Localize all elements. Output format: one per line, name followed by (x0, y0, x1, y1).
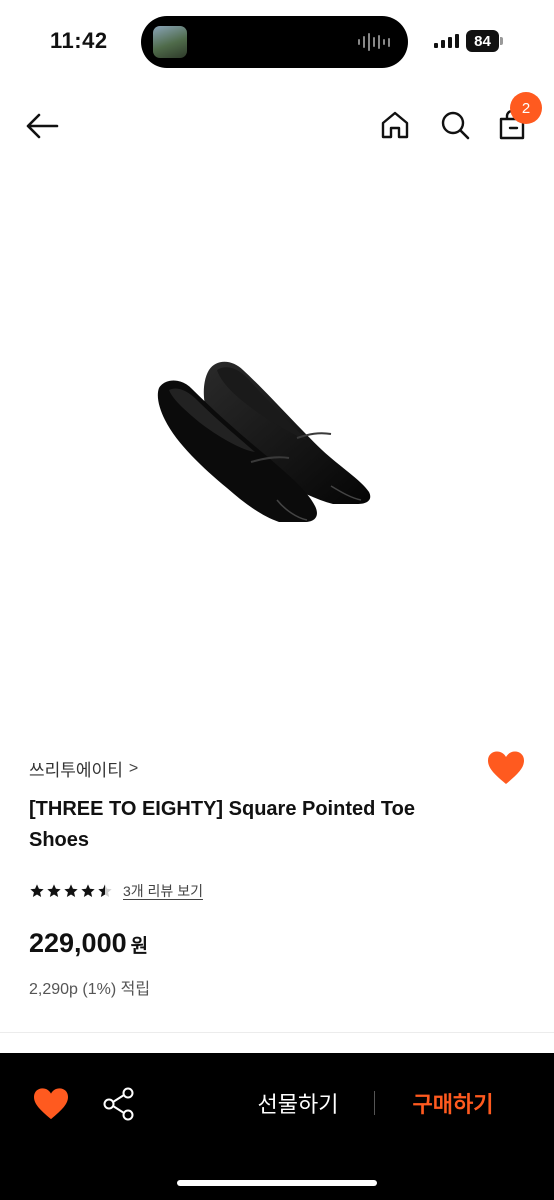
shoes-image (157, 361, 371, 522)
half-star-icon (98, 884, 112, 897)
divider (374, 1091, 375, 1115)
currency: 원 (130, 936, 149, 957)
brand-name: 쓰리투에이티 (29, 761, 123, 780)
price-row: 229,000 원 (29, 928, 148, 959)
status-time: 11:42 (50, 28, 108, 53)
product-image[interactable] (0, 180, 554, 720)
status-bar: 11:42 84 (0, 0, 554, 84)
product-title: [THREE TO EIGHTY] Square Pointed Toe Sho… (29, 798, 415, 851)
share-button[interactable] (100, 1085, 138, 1123)
bottom-action-bar: 선물하기 구매하기 (0, 1053, 554, 1200)
now-playing-thumbnail (153, 26, 187, 58)
buy-button[interactable]: 구매하기 (392, 1085, 514, 1121)
bottom-wishlist-button[interactable] (32, 1087, 70, 1121)
brand-link[interactable]: 쓰리투에이티 > (29, 756, 138, 781)
search-icon (441, 111, 470, 140)
audio-waveform-icon (358, 33, 390, 51)
back-arrow-icon (26, 113, 59, 139)
home-icon (381, 111, 409, 139)
chevron-right-icon: > (128, 759, 139, 777)
heart-icon (488, 751, 524, 784)
home-button[interactable] (374, 104, 416, 146)
wishlist-button[interactable] (486, 750, 526, 786)
dynamic-island[interactable] (141, 16, 408, 68)
heart-icon (34, 1088, 68, 1120)
reward-points: 2,290p (1%) 적립 (29, 981, 151, 998)
top-nav (0, 92, 554, 158)
star-icon (47, 884, 61, 897)
star-rating (29, 883, 113, 899)
back-button[interactable] (20, 106, 64, 146)
star-icon (30, 884, 44, 897)
review-link[interactable]: 3개 리뷰 보기 (123, 881, 203, 901)
search-button[interactable] (434, 104, 476, 146)
home-indicator[interactable] (177, 1180, 377, 1186)
star-icon (64, 884, 78, 897)
price: 229,000 (29, 928, 127, 958)
battery-level: 84 (466, 30, 499, 52)
battery-icon: 84 (466, 30, 503, 52)
divider (0, 1032, 554, 1033)
gift-button[interactable]: 선물하기 (236, 1085, 360, 1121)
share-icon (103, 1087, 134, 1121)
rating-row: 3개 리뷰 보기 (29, 881, 203, 901)
star-icon (81, 884, 95, 897)
signal-icon (434, 34, 459, 48)
cart-count-badge: 2 (510, 92, 542, 124)
